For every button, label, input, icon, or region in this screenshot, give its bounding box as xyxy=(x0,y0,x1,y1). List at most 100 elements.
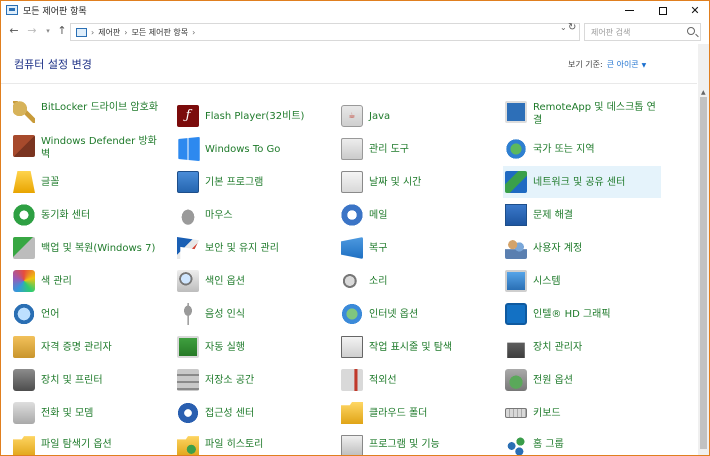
item-label: 언어 xyxy=(41,309,60,320)
item-security-maintenance[interactable]: 보안 및 유지 관리 xyxy=(177,237,337,267)
item-administrative-tools[interactable]: 관리 도구 xyxy=(341,138,501,168)
item-phone-modem[interactable]: 전화 및 모뎀 xyxy=(13,402,173,432)
backup-icon xyxy=(13,237,35,259)
item-label: 홈 그룹 xyxy=(533,439,564,450)
device-manager-icon xyxy=(507,342,525,358)
item-region[interactable]: 국가 또는 지역 xyxy=(505,138,665,168)
item-label: 적외선 xyxy=(369,375,397,386)
item-label: 파일 히스토리 xyxy=(205,439,264,450)
item-autoplay[interactable]: 자동 실행 xyxy=(177,336,337,366)
item-storage-spaces[interactable]: 저장소 공간 xyxy=(177,369,337,399)
item-label: 문제 해결 xyxy=(533,210,573,221)
item-network-sharing-center[interactable]: 네트워크 및 공유 센터 xyxy=(503,166,661,198)
printer-icon xyxy=(13,369,35,391)
item-label: 클라우드 폴더 xyxy=(369,408,428,419)
item-sound[interactable]: 소리 xyxy=(341,270,501,300)
item-file-explorer-options[interactable]: 파일 탐색기 옵션 xyxy=(13,435,173,455)
maximize-button[interactable] xyxy=(647,1,679,20)
item-language[interactable]: 언어 xyxy=(13,303,173,333)
flash-icon: ƒ xyxy=(177,105,199,127)
item-recovery[interactable]: 복구 xyxy=(341,237,501,267)
programs-icon xyxy=(341,435,363,455)
flag-icon xyxy=(177,237,199,259)
close-button[interactable]: ✕ xyxy=(679,1,709,20)
up-button[interactable]: ↑ xyxy=(55,24,69,37)
item-keyboard[interactable]: 키보드 xyxy=(505,402,665,432)
item-date-time[interactable]: 날짜 및 시간 xyxy=(341,171,501,201)
file-history-icon xyxy=(177,436,199,455)
item-power-options[interactable]: 전원 옵션 xyxy=(505,369,665,399)
view-by-dropdown[interactable]: 큰 아이콘 xyxy=(607,60,639,69)
item-cloud-folder[interactable]: 클라우드 폴더 xyxy=(341,402,501,432)
sync-icon xyxy=(13,204,35,226)
breadcrumb-item[interactable]: 모든 제어판 항목 xyxy=(132,28,189,37)
key-icon xyxy=(13,101,35,123)
admin-tools-icon xyxy=(341,138,363,160)
item-sync-center[interactable]: 동기화 센터 xyxy=(13,204,173,234)
back-button[interactable]: ← xyxy=(7,24,21,37)
breadcrumb-chevron-icon: › xyxy=(192,28,196,37)
default-programs-icon xyxy=(177,171,199,193)
page-title: 컴퓨터 설정 변경 xyxy=(14,58,92,71)
item-remoteapp[interactable]: RemoteApp 및 데스크톱 연결 xyxy=(505,101,665,131)
item-infrared[interactable]: 적외선 xyxy=(341,369,501,399)
item-label: 인텔® HD 그래픽 xyxy=(533,309,611,320)
item-intel-hd-graphics[interactable]: 인텔® HD 그래픽 xyxy=(505,303,665,333)
scrollbar-thumb[interactable] xyxy=(700,97,707,449)
item-user-accounts[interactable]: 사용자 계정 xyxy=(505,237,665,267)
search-input[interactable]: 제어판 검색 xyxy=(591,27,630,38)
item-homegroup[interactable]: 홈 그룹 xyxy=(505,435,665,455)
forward-button[interactable]: → xyxy=(25,24,39,37)
view-by: 보기 기준: 큰 아이콘 ▼ xyxy=(568,59,646,70)
recent-locations-button[interactable]: ▾ xyxy=(41,27,55,35)
phone-icon xyxy=(13,402,35,424)
item-bitlocker[interactable]: BitLocker 드라이브 암호화 xyxy=(13,101,173,131)
search-box[interactable]: 제어판 검색 xyxy=(584,23,701,41)
item-internet-options[interactable]: 인터넷 옵션 xyxy=(341,303,501,333)
item-color-management[interactable]: 색 관리 xyxy=(13,270,173,300)
autoplay-icon xyxy=(177,336,199,358)
user-accounts-icon xyxy=(505,237,527,259)
item-taskbar-navigation[interactable]: 작업 표시줄 및 탐색 xyxy=(341,336,501,366)
chevron-down-icon[interactable]: ▼ xyxy=(642,62,647,69)
control-panel-icon xyxy=(6,5,18,15)
item-mail[interactable]: 메일 xyxy=(341,204,501,234)
item-devices-printers[interactable]: 장치 및 프린터 xyxy=(13,369,173,399)
maximize-icon xyxy=(659,6,667,15)
search-icon xyxy=(687,27,695,35)
window-title: 모든 제어판 항목 xyxy=(23,7,87,17)
item-troubleshooting[interactable]: 문제 해결 xyxy=(505,204,665,234)
minimize-button[interactable] xyxy=(613,1,645,20)
item-flash-player[interactable]: ƒ Flash Player(32비트) xyxy=(177,105,337,135)
item-mouse[interactable]: 마우스 xyxy=(177,204,337,234)
item-windows-to-go[interactable]: Windows To Go xyxy=(177,136,337,168)
item-label: Windows To Go xyxy=(205,144,281,155)
item-programs-features[interactable]: 프로그램 및 기능 xyxy=(341,435,501,455)
item-credential-manager[interactable]: 자격 증명 관리자 xyxy=(13,336,173,366)
item-windows-defender-firewall[interactable]: Windows Defender 방화벽 xyxy=(13,135,173,165)
close-icon: ✕ xyxy=(690,4,700,17)
address-bar[interactable]: › 제어판 › 모든 제어판 항목 › xyxy=(70,23,580,41)
remote-desktop-icon xyxy=(505,101,527,123)
item-label: 저장소 공간 xyxy=(205,375,255,386)
item-default-programs[interactable]: 기본 프로그램 xyxy=(177,171,337,201)
item-ease-of-access[interactable]: 접근성 센터 xyxy=(177,402,337,432)
address-dropdown-button[interactable]: ⌄ xyxy=(560,23,567,32)
item-fonts[interactable]: 글꼴 xyxy=(13,171,173,201)
item-indexing-options[interactable]: 색인 옵션 xyxy=(177,270,337,300)
scroll-up-arrow-icon[interactable]: ▲ xyxy=(701,89,706,96)
item-file-history[interactable]: 파일 히스토리 xyxy=(177,435,337,455)
item-device-manager[interactable]: 장치 관리자 xyxy=(505,336,665,366)
title-bar: 모든 제어판 항목 ✕ xyxy=(1,1,709,20)
folder-options-icon xyxy=(13,436,35,455)
item-speech-recognition[interactable]: 음성 인식 xyxy=(177,303,337,333)
recovery-icon xyxy=(341,237,363,259)
breadcrumb-item[interactable]: 제어판 xyxy=(98,28,120,37)
ease-of-access-icon xyxy=(177,402,199,424)
item-java[interactable]: ☕ Java xyxy=(341,105,501,135)
troubleshoot-icon xyxy=(505,204,527,226)
item-system[interactable]: 시스템 xyxy=(505,270,665,300)
item-label: 날짜 및 시간 xyxy=(369,177,422,188)
refresh-button[interactable]: ↻ xyxy=(568,22,576,33)
item-backup-restore[interactable]: 백업 및 복원(Windows 7) xyxy=(13,237,173,267)
